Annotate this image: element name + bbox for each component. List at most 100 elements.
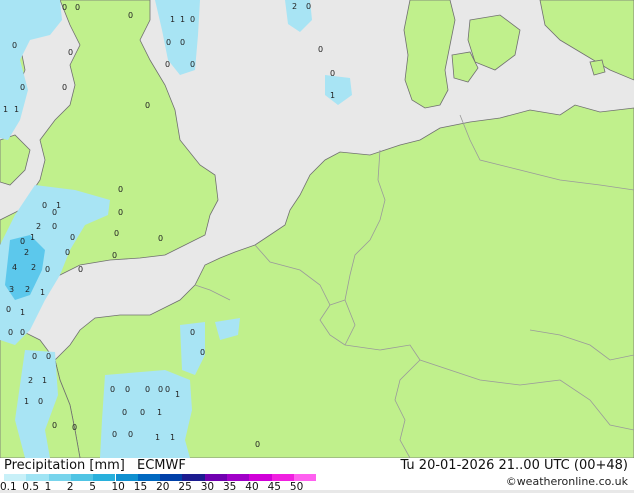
precip-value: 0	[52, 421, 57, 430]
precip-value: 1	[157, 408, 162, 417]
map-title: Precipitation [mm] ECMWF	[4, 458, 186, 473]
precip-value: 0	[180, 38, 185, 47]
legend-swatch	[182, 474, 205, 481]
precip-value: 0	[318, 45, 323, 54]
precip-value: 0	[330, 69, 335, 78]
precip-value: 3	[9, 285, 14, 294]
model-name: ECMWF	[137, 458, 186, 473]
precip-value: 0	[38, 397, 43, 406]
precip-value: 1	[42, 376, 47, 385]
legend-swatch	[204, 474, 227, 481]
legend-tick-label: 50	[289, 481, 304, 493]
precip-value: 0	[8, 328, 13, 337]
precip-value: 0	[112, 251, 117, 260]
precip-value: 0	[118, 185, 123, 194]
precip-value: 1	[170, 15, 175, 24]
legend-swatch	[48, 474, 71, 481]
product-title: Precipitation [mm]	[4, 458, 125, 473]
legend-tick-label: 20	[156, 481, 170, 493]
precip-value: 1	[30, 233, 35, 242]
precip-value: 1	[14, 105, 19, 114]
precip-value: 0	[46, 352, 51, 361]
precip-value: 1	[330, 91, 335, 100]
precip-value: 0	[190, 328, 195, 337]
precipitation-map: 0 0 1 1 0 0 0 2 0 0 0 1 0 0 1 1 0 0 0 1 …	[0, 0, 634, 458]
credit-text: ©weatheronline.co.uk	[505, 475, 628, 488]
precip-value: 0	[128, 430, 133, 439]
precip-value: 0	[158, 385, 163, 394]
precip-value: 1	[180, 15, 185, 24]
legend-tick-label: 25	[178, 481, 192, 493]
precip-value: 0	[70, 233, 75, 242]
precip-value: 1	[155, 433, 160, 442]
precip-value: 1	[3, 105, 8, 114]
precip-value: 0	[52, 222, 57, 231]
precip-value: 2	[292, 2, 297, 11]
precip-value: 0	[190, 60, 195, 69]
precip-value: 0	[20, 83, 25, 92]
denmark-landmass	[403, 0, 456, 109]
precip-value: 0	[42, 201, 47, 210]
precip-value: 0	[62, 83, 67, 92]
precip-value: 0	[68, 48, 73, 57]
precip-value: 1	[170, 433, 175, 442]
precip-value: 0	[145, 385, 150, 394]
precip-value: 0	[78, 265, 83, 274]
precip-value: 0	[52, 208, 57, 217]
legend-swatch	[115, 474, 138, 481]
precip-value: 0	[32, 352, 37, 361]
precip-value: 0	[145, 101, 150, 110]
precip-value: 2	[31, 263, 36, 272]
legend-tick-label: 30	[200, 481, 215, 493]
precip-value: 2	[24, 248, 29, 257]
precip-value: 0	[72, 423, 77, 432]
precip-value: 4	[12, 263, 17, 272]
precip-value: 0	[62, 3, 67, 12]
precip-value: 0	[6, 305, 11, 314]
precip-value: 0	[114, 229, 119, 238]
legend-swatch	[271, 474, 294, 481]
legend-swatch	[160, 474, 183, 481]
legend-swatch	[26, 474, 49, 481]
precip-value: 0	[190, 15, 195, 24]
precip-value: 0	[112, 430, 117, 439]
legend-tick-label: 2	[66, 481, 74, 493]
precip-value: 0	[75, 3, 80, 12]
legend-tick-label: 1	[44, 481, 52, 493]
legend-swatch	[293, 474, 317, 481]
precip-value: 0	[20, 328, 25, 337]
precip-value: 0	[166, 38, 171, 47]
legend-swatch	[4, 474, 27, 481]
precip-value: 2	[36, 222, 41, 231]
precip-value: 0	[12, 41, 17, 50]
legend-tick-label: 0.5	[22, 481, 39, 493]
precip-value: 0	[255, 440, 260, 449]
precip-value: 1	[24, 397, 29, 406]
precip-value: 0	[140, 408, 145, 417]
legend-swatch	[227, 474, 250, 481]
precip-value: 1	[175, 390, 180, 399]
legend-swatch	[93, 474, 116, 481]
precip-value: 0	[125, 385, 130, 394]
legend-tick-label: 15	[133, 481, 148, 493]
precip-value: 0	[122, 408, 127, 417]
legend-tick-label: 0.1	[0, 481, 17, 493]
legend-tick-label: 5	[89, 481, 96, 493]
legend-swatch	[137, 474, 161, 481]
precip-value: 0	[200, 348, 205, 357]
precip-value: 2	[28, 376, 33, 385]
precip-value: 0	[45, 265, 50, 274]
precip-value: 0	[128, 11, 133, 20]
precip-value: 0	[118, 208, 123, 217]
precip-value: 0	[306, 2, 311, 11]
precip-value: 0	[165, 60, 170, 69]
legend-tick-label: 35	[223, 481, 237, 493]
legend-tick-label: 45	[267, 481, 281, 493]
precip-value: 1	[40, 288, 45, 297]
precip-value: 2	[25, 285, 30, 294]
legend-tick-label: 10	[111, 481, 125, 493]
legend-tick-label: 40	[245, 481, 259, 493]
precip-value: 0	[165, 385, 170, 394]
precip-value: 1	[20, 308, 25, 317]
legend-swatch	[249, 474, 272, 481]
